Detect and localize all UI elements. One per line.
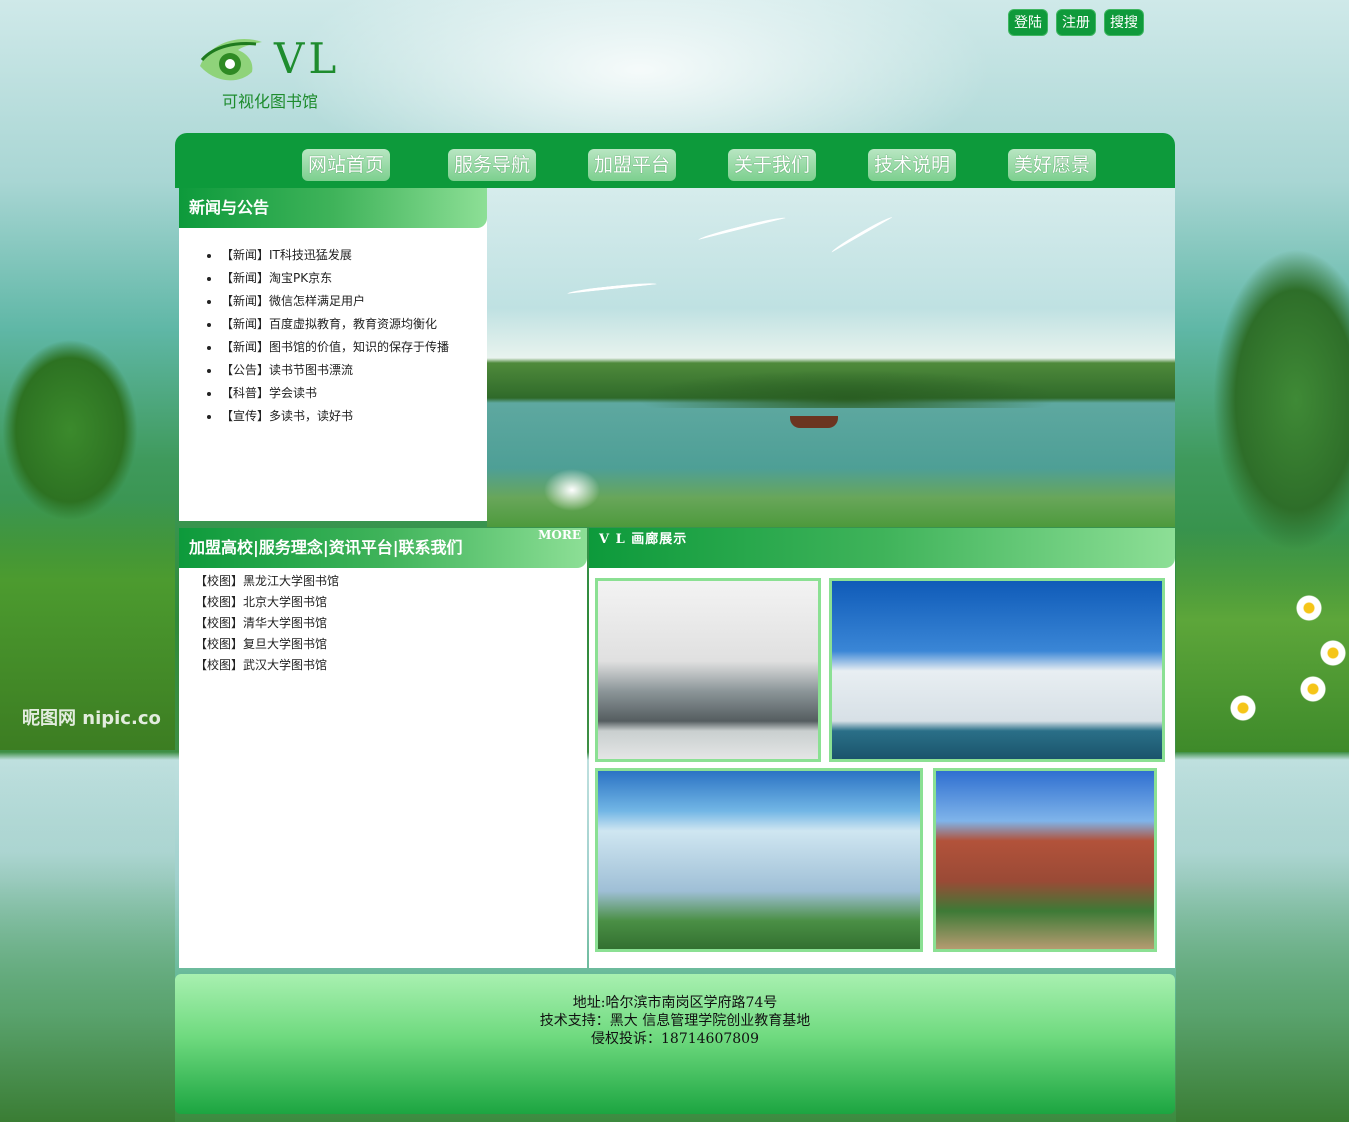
register-link[interactable]: 注册 — [1056, 9, 1096, 36]
gallery-photo-modern-library[interactable] — [595, 578, 821, 762]
news-item[interactable]: 【公告】读书节图书漂流 — [221, 361, 487, 384]
news-panel-title: 新闻与公告 — [179, 188, 487, 228]
bird-shape — [566, 281, 658, 297]
news-item[interactable]: 【新闻】IT科技迅猛发展 — [221, 246, 487, 269]
news-item[interactable]: 【宣传】多读书，读好书 — [221, 407, 487, 430]
banner-hills — [487, 358, 1175, 408]
news-item[interactable]: 【新闻】淘宝PK京东 — [221, 269, 487, 292]
more-link[interactable]: MORE — [538, 528, 581, 542]
nav-item-about[interactable]: 关于我们 — [728, 149, 817, 181]
hero-banner-image — [487, 188, 1175, 527]
login-link[interactable]: 登陆 — [1008, 9, 1048, 36]
footer-address: 地址:哈尔滨市南岗区学府路74号 — [572, 995, 778, 1011]
bird-shape — [697, 215, 787, 243]
gallery-panel: V L 画廊展示 — [589, 528, 1175, 968]
search-link[interactable]: 搜搜 — [1104, 9, 1144, 36]
library-link[interactable]: 【校图】北京大学图书馆 — [195, 593, 587, 614]
news-panel: 新闻与公告 【新闻】IT科技迅猛发展 【新闻】淘宝PK京东 【新闻】微信怎样满足… — [179, 188, 487, 521]
news-list: 【新闻】IT科技迅猛发展 【新闻】淘宝PK京东 【新闻】微信怎样满足用户 【新闻… — [179, 228, 487, 430]
logo-subtitle: 可视化图书馆 — [222, 92, 319, 111]
nav-item-vision[interactable]: 美好愿景 — [1008, 149, 1097, 181]
daisy-decoration — [1300, 676, 1326, 702]
daisy-decoration — [1230, 695, 1256, 721]
library-link[interactable]: 【校图】复旦大学图书馆 — [195, 635, 587, 656]
library-link[interactable]: 【校图】清华大学图书馆 — [195, 614, 587, 635]
gallery-panel-title: V L 画廊展示 — [589, 528, 1175, 568]
site-logo[interactable]: VL 可视化图书馆 — [196, 28, 336, 111]
nav-item-join[interactable]: 加盟平台 — [588, 149, 677, 181]
gallery-photo-campus-building[interactable] — [595, 768, 923, 952]
gallery-photo-brick-library[interactable] — [933, 768, 1157, 952]
site-footer: 地址:哈尔滨市南岗区学府路74号 技术支持：黑大 信息管理学院创业教育基地 侵权… — [175, 974, 1175, 1114]
background-scenery-right-lower — [1176, 752, 1349, 1122]
news-item[interactable]: 【新闻】微信怎样满足用户 — [221, 292, 487, 315]
nav-item-tech[interactable]: 技术说明 — [868, 149, 957, 181]
boat-shape — [790, 416, 838, 428]
news-item[interactable]: 【新闻】图书馆的价值，知识的保存于传播 — [221, 338, 487, 361]
partners-list: 【校图】黑龙江大学图书馆 【校图】北京大学图书馆 【校图】清华大学图书馆 【校图… — [179, 568, 587, 677]
main-nav: 网站首页 服务导航 加盟平台 关于我们 技术说明 美好愿景 — [175, 133, 1175, 188]
background-scenery-right — [1176, 200, 1349, 752]
bird-shape — [830, 214, 894, 256]
partners-panel-title: 加盟高校|服务理念|资讯平台|联系我们 — [189, 538, 463, 557]
footer-support: 技术支持：黑大 信息管理学院创业教育基地 — [539, 1013, 811, 1029]
background-scenery-left — [0, 300, 175, 750]
egret-shape — [532, 450, 612, 520]
partners-panel: 加盟高校|服务理念|资讯平台|联系我们 MORE 【校图】黑龙江大学图书馆 【校… — [179, 528, 587, 968]
nav-item-home[interactable]: 网站首页 — [302, 149, 391, 181]
eye-logo-icon — [200, 39, 262, 81]
partners-panel-header: 加盟高校|服务理念|资讯平台|联系我们 MORE — [179, 528, 587, 568]
library-link[interactable]: 【校图】武汉大学图书馆 — [195, 656, 587, 677]
gallery-photo-white-library[interactable] — [829, 578, 1165, 762]
nav-item-services[interactable]: 服务导航 — [448, 149, 537, 181]
logo-letters: VL — [274, 34, 341, 83]
library-link[interactable]: 【校图】黑龙江大学图书馆 — [195, 572, 587, 593]
news-item[interactable]: 【科普】学会读书 — [221, 384, 487, 407]
daisy-decoration — [1296, 595, 1322, 621]
daisy-decoration — [1320, 640, 1346, 666]
background-scenery-left-lower — [0, 752, 175, 1122]
top-links: 登陆 注册 搜搜 — [1008, 9, 1144, 36]
footer-complaint: 侵权投诉：18714607809 — [591, 1031, 759, 1047]
background-watermark: 昵图网 nipic.co — [22, 708, 161, 729]
news-item[interactable]: 【新闻】百度虚拟教育，教育资源均衡化 — [221, 315, 487, 338]
